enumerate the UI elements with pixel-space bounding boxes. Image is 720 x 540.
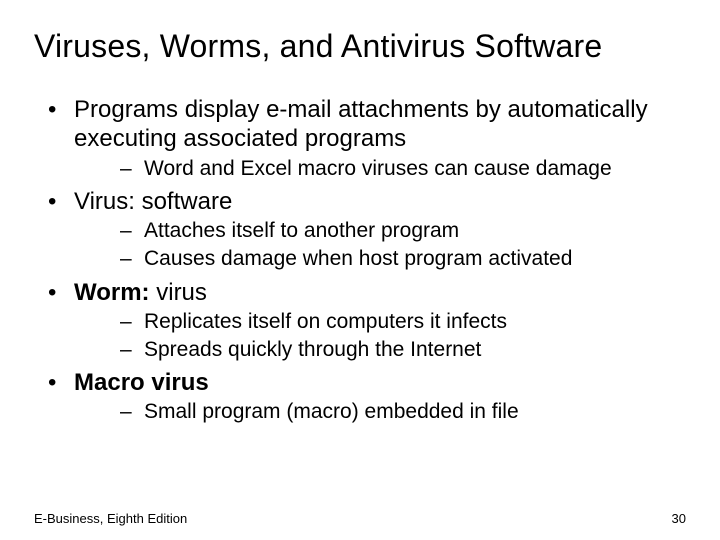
footer: E-Business, Eighth Edition 30	[34, 511, 686, 526]
bullet-text-bold: Macro virus	[74, 369, 209, 396]
list-item: Causes damage when host program activate…	[74, 246, 686, 272]
sub-list: Attaches itself to another program Cause…	[74, 218, 686, 271]
bullet-text: Small program (macro) embedded in file	[144, 400, 519, 423]
sub-list: Replicates itself on computers it infect…	[74, 309, 686, 362]
bullet-text: Causes damage when host program activate…	[144, 247, 572, 270]
slide: Viruses, Worms, and Antivirus Software P…	[0, 0, 720, 540]
list-item: Worm: virus Replicates itself on compute…	[34, 278, 686, 362]
bullet-text: Replicates itself on computers it infect…	[144, 310, 507, 333]
list-item: Programs display e-mail attachments by a…	[34, 95, 686, 181]
footer-left: E-Business, Eighth Edition	[34, 511, 187, 526]
sub-list: Small program (macro) embedded in file	[74, 399, 686, 425]
list-item: Virus: software Attaches itself to anoth…	[34, 187, 686, 271]
sub-list: Word and Excel macro viruses can cause d…	[74, 156, 686, 182]
list-item: Replicates itself on computers it infect…	[74, 309, 686, 335]
list-item: Small program (macro) embedded in file	[74, 399, 686, 425]
bullet-text: Spreads quickly through the Internet	[144, 338, 481, 361]
bullet-text: Word and Excel macro viruses can cause d…	[144, 157, 612, 180]
bullet-list: Programs display e-mail attachments by a…	[34, 95, 686, 425]
list-item: Spreads quickly through the Internet	[74, 337, 686, 363]
slide-title: Viruses, Worms, and Antivirus Software	[34, 28, 686, 65]
bullet-text: Programs display e-mail attachments by a…	[74, 96, 648, 152]
bullet-text: virus	[150, 279, 207, 306]
bullet-text: Attaches itself to another program	[144, 219, 459, 242]
bullet-text: Virus: software	[74, 188, 232, 215]
list-item: Word and Excel macro viruses can cause d…	[74, 156, 686, 182]
list-item: Macro virus Small program (macro) embedd…	[34, 368, 686, 425]
list-item: Attaches itself to another program	[74, 218, 686, 244]
bullet-text-bold: Worm:	[74, 279, 150, 306]
page-number: 30	[672, 511, 686, 526]
